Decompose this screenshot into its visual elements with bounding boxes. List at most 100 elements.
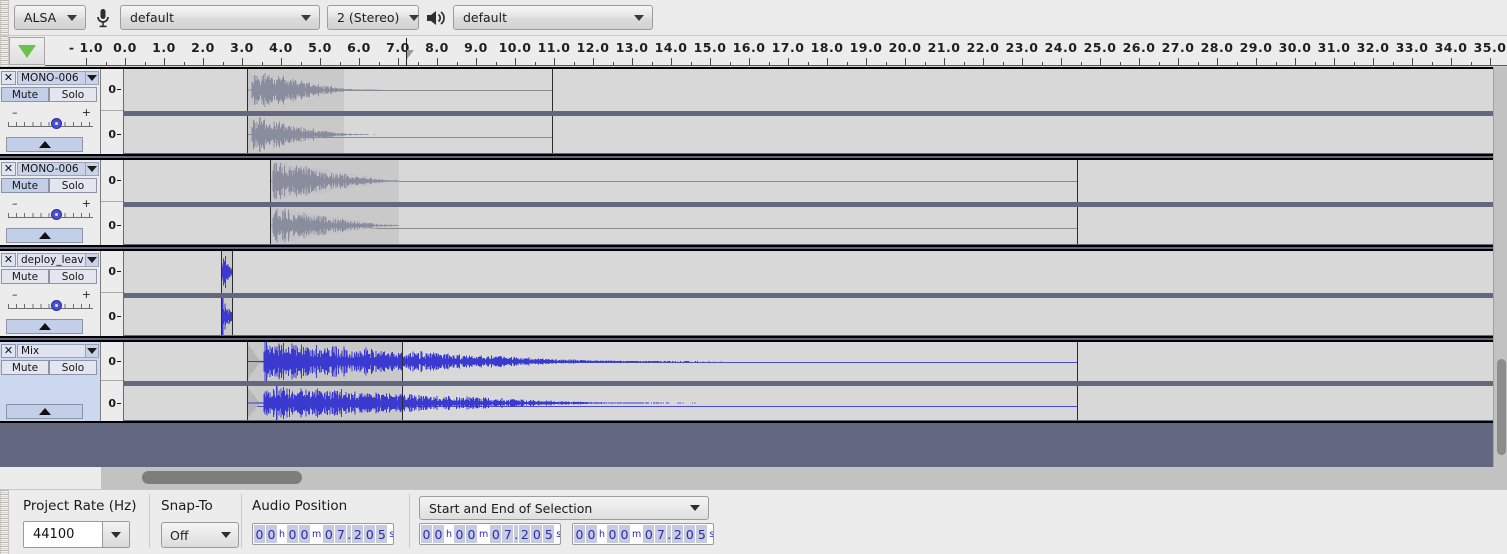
- selection-end-field[interactable]: 00h00m07.205s: [572, 523, 714, 545]
- time-digit[interactable]: 5: [376, 525, 388, 543]
- waveform-channel[interactable]: [124, 293, 1493, 335]
- time-digit[interactable]: 0: [364, 525, 376, 543]
- solo-button[interactable]: Solo: [49, 360, 97, 375]
- close-icon[interactable]: ✕: [1, 70, 16, 85]
- time-digit[interactable]: 7: [655, 525, 667, 543]
- track[interactable]: ✕ MONO-006 Mute Solo – +0 0: [0, 158, 1493, 247]
- device-toolbar-grip[interactable]: [0, 0, 9, 35]
- time-digit[interactable]: 5: [696, 525, 708, 543]
- project-rate-value[interactable]: 44100: [24, 522, 102, 547]
- time-digit[interactable]: 0: [586, 525, 597, 543]
- track-waveform-area[interactable]: [124, 251, 1493, 336]
- time-unit-s[interactable]: s: [388, 525, 393, 543]
- solo-button[interactable]: Solo: [49, 178, 97, 193]
- project-rate-dropdown-button[interactable]: [102, 522, 129, 547]
- time-digit[interactable]: 0: [531, 525, 543, 543]
- time-digits[interactable]: 00h00m07.205s: [254, 525, 393, 543]
- time-unit-m[interactable]: m: [311, 525, 323, 543]
- track-control-panel[interactable]: ✕ MONO-006 Mute Solo – +: [0, 160, 101, 245]
- track[interactable]: ✕ Mix Mute Solo 0 0: [0, 340, 1493, 423]
- time-digit[interactable]: 0: [323, 525, 335, 543]
- time-digit[interactable]: 0: [466, 525, 478, 543]
- time-digit[interactable]: 0: [684, 525, 696, 543]
- time-decimal-point[interactable]: .: [667, 525, 672, 543]
- selection-start-field[interactable]: 00h00m07.205s: [419, 523, 561, 545]
- time-digit[interactable]: 0: [619, 525, 631, 543]
- time-digit[interactable]: 5: [543, 525, 555, 543]
- time-digit[interactable]: 0: [433, 525, 444, 543]
- time-digit[interactable]: 0: [299, 525, 311, 543]
- waveform-channel[interactable]: [124, 251, 1493, 293]
- track-collapse-button[interactable]: [6, 137, 83, 152]
- input-channels-combo[interactable]: 2 (Stereo): [327, 5, 420, 30]
- track-name[interactable]: deploy_leav: [17, 252, 86, 267]
- track-menu-dropdown-button[interactable]: [86, 70, 99, 85]
- time-digit[interactable]: 0: [287, 525, 299, 543]
- time-unit-h[interactable]: h: [445, 525, 454, 543]
- time-digit[interactable]: 7: [335, 525, 347, 543]
- track-waveform-area[interactable]: [124, 69, 1493, 154]
- time-decimal-point[interactable]: .: [347, 525, 352, 543]
- track-control-panel[interactable]: ✕ MONO-006 Mute Solo – +: [0, 69, 101, 154]
- waveform-channel[interactable]: [124, 111, 1493, 153]
- time-digit[interactable]: 0: [254, 525, 265, 543]
- time-digit[interactable]: 0: [266, 525, 277, 543]
- track-menu-dropdown-button[interactable]: [86, 161, 99, 176]
- time-digit[interactable]: 0: [454, 525, 466, 543]
- track-menu-dropdown-button[interactable]: [86, 252, 99, 267]
- horizontal-scrollbar[interactable]: [101, 467, 1507, 489]
- time-unit-m[interactable]: m: [478, 525, 490, 543]
- track-collapse-button[interactable]: [6, 319, 83, 334]
- time-unit-s[interactable]: s: [708, 525, 713, 543]
- waveform-channel[interactable]: [124, 160, 1493, 202]
- slider-thumb[interactable]: [51, 118, 62, 129]
- track-name[interactable]: MONO-006: [17, 161, 86, 176]
- time-unit-s[interactable]: s: [555, 525, 560, 543]
- track-control-panel[interactable]: ✕ deploy_leav Mute Solo – +: [0, 251, 101, 336]
- waveform-channel[interactable]: [124, 342, 1493, 381]
- waveform-channel[interactable]: [124, 202, 1493, 244]
- gain-slider[interactable]: – +: [6, 107, 95, 134]
- mute-button[interactable]: Mute: [1, 269, 49, 284]
- track-waveform-area[interactable]: [124, 342, 1493, 421]
- selection-toolbar-grip[interactable]: [0, 490, 9, 554]
- track-collapse-button[interactable]: [6, 404, 83, 419]
- close-icon[interactable]: ✕: [1, 161, 16, 176]
- snap-to-combo[interactable]: Off: [161, 522, 239, 548]
- track-name[interactable]: Mix: [17, 343, 86, 358]
- slider-thumb[interactable]: [51, 209, 62, 220]
- project-rate-combo[interactable]: 44100: [23, 521, 130, 548]
- time-digit[interactable]: 0: [490, 525, 502, 543]
- solo-button[interactable]: Solo: [49, 269, 97, 284]
- track-collapse-button[interactable]: [6, 228, 83, 243]
- track[interactable]: ✕ deploy_leav Mute Solo – +0 0: [0, 249, 1493, 338]
- solo-button[interactable]: Solo: [49, 87, 97, 102]
- time-digit[interactable]: 0: [574, 525, 585, 543]
- track-menu-dropdown-button[interactable]: [86, 343, 99, 358]
- time-digit[interactable]: 2: [672, 525, 684, 543]
- time-digit[interactable]: 7: [502, 525, 514, 543]
- time-decimal-point[interactable]: .: [514, 525, 519, 543]
- track-control-panel[interactable]: ✕ Mix Mute Solo: [0, 342, 101, 421]
- waveform-channel[interactable]: [124, 381, 1493, 420]
- close-icon[interactable]: ✕: [1, 252, 16, 267]
- slider-thumb[interactable]: [51, 300, 62, 311]
- mute-button[interactable]: Mute: [1, 178, 49, 193]
- time-unit-m[interactable]: m: [631, 525, 643, 543]
- time-unit-h[interactable]: h: [598, 525, 607, 543]
- track-name[interactable]: MONO-006: [17, 70, 86, 85]
- time-digit[interactable]: 0: [607, 525, 619, 543]
- output-device-combo[interactable]: default: [453, 5, 653, 30]
- time-digit[interactable]: 0: [421, 525, 432, 543]
- time-unit-h[interactable]: h: [278, 525, 287, 543]
- vertical-scrollbar-thumb[interactable]: [1497, 359, 1506, 455]
- audio-host-combo[interactable]: ALSA: [14, 5, 86, 30]
- mute-button[interactable]: Mute: [1, 360, 49, 375]
- vertical-scrollbar[interactable]: [1493, 67, 1507, 467]
- pinned-play-head-button[interactable]: [9, 37, 45, 65]
- time-digit[interactable]: 0: [643, 525, 655, 543]
- gain-slider[interactable]: – +: [6, 198, 95, 225]
- time-digits[interactable]: 00h00m07.205s: [421, 525, 560, 543]
- ruler-grip[interactable]: [0, 36, 9, 66]
- waveform-channel[interactable]: [124, 69, 1493, 111]
